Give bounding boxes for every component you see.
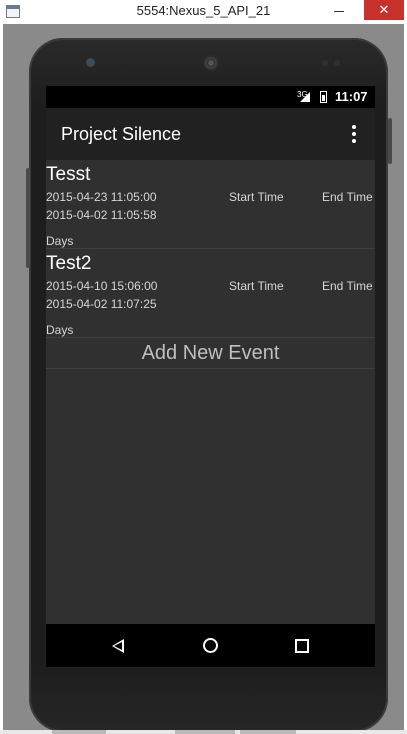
add-new-event-button[interactable]: Add New Event bbox=[46, 338, 375, 369]
minimize-button[interactable] bbox=[334, 11, 344, 12]
event-date-2: 2015-04-02 11:05:58 bbox=[46, 208, 157, 222]
navigation-bar bbox=[46, 624, 375, 667]
days-label: Days bbox=[46, 234, 74, 248]
home-icon[interactable] bbox=[203, 638, 218, 653]
close-window-button[interactable]: ✕ bbox=[364, 0, 404, 20]
event-item[interactable]: Test2 2015-04-10 15:06:00 2015-04-02 11:… bbox=[46, 249, 375, 338]
start-time-label: Start Time bbox=[229, 279, 284, 293]
event-date-1: 2015-04-23 11:05:00 bbox=[46, 190, 157, 204]
overflow-menu-icon[interactable] bbox=[344, 124, 364, 144]
front-camera-icon bbox=[86, 58, 95, 67]
sensor-icon bbox=[334, 60, 340, 66]
earpiece-speaker-icon bbox=[203, 55, 219, 71]
event-list: Tesst 2015-04-23 11:05:00 2015-04-02 11:… bbox=[46, 160, 375, 369]
taskbar-item[interactable] bbox=[240, 730, 296, 734]
event-item[interactable]: Tesst 2015-04-23 11:05:00 2015-04-02 11:… bbox=[46, 160, 375, 249]
end-time-label: End Time bbox=[322, 279, 373, 293]
taskbar-item[interactable] bbox=[52, 730, 106, 734]
start-time-label: Start Time bbox=[229, 190, 284, 204]
days-label: Days bbox=[46, 323, 74, 337]
event-name: Tesst bbox=[46, 164, 91, 185]
app-toolbar: Project Silence bbox=[46, 108, 375, 160]
window-title: 5554:Nexus_5_API_21 bbox=[136, 3, 271, 18]
taskbar-item[interactable] bbox=[175, 730, 235, 734]
event-name: Test2 bbox=[46, 253, 92, 274]
taskbar bbox=[0, 730, 407, 734]
end-time-label: End Time bbox=[322, 190, 373, 204]
sensor-icon bbox=[322, 60, 328, 66]
volume-button[interactable] bbox=[26, 168, 30, 268]
event-date-1: 2015-04-10 15:06:00 bbox=[46, 279, 158, 293]
back-icon[interactable] bbox=[112, 639, 124, 653]
phone-screen: 3G 11:07 Project Silence Tesst 2015-04-2… bbox=[46, 86, 375, 667]
recent-apps-icon[interactable] bbox=[295, 639, 309, 653]
status-bar: 3G 11:07 bbox=[46, 86, 375, 108]
app-title: Project Silence bbox=[61, 124, 182, 144]
window-titlebar: 5554:Nexus_5_API_21 ✕ bbox=[0, 0, 407, 24]
battery-icon bbox=[320, 91, 327, 103]
signal-icon bbox=[300, 92, 310, 102]
event-date-2: 2015-04-02 11:07:25 bbox=[46, 297, 157, 311]
status-time: 11:07 bbox=[335, 89, 368, 104]
power-button[interactable] bbox=[388, 118, 392, 164]
